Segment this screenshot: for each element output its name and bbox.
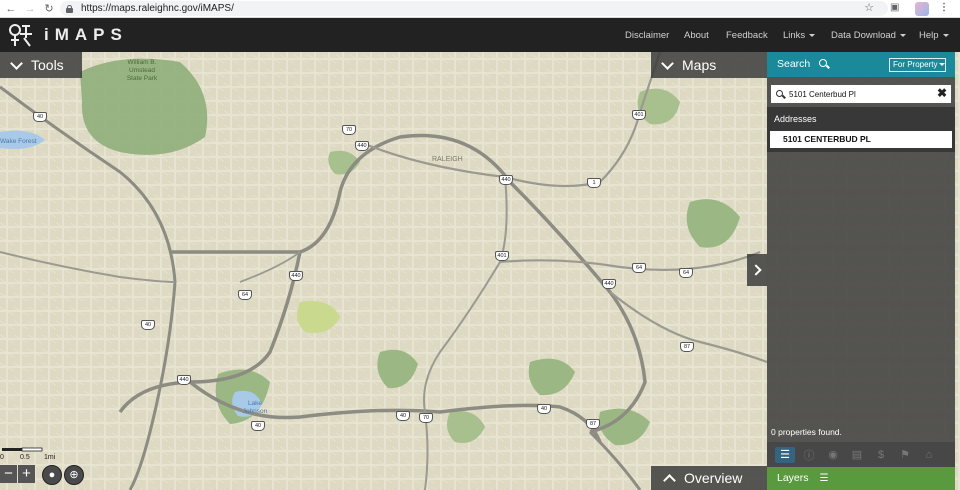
home-icon[interactable]: ⌂ (919, 447, 939, 463)
results-dropdown: Addresses 5101 CENTERBUD PL (767, 107, 955, 152)
list-icon[interactable]: ☰ (775, 446, 795, 463)
chevron-right-icon (749, 264, 762, 276)
menu-label: Disclaimer (625, 30, 670, 41)
menu-help[interactable]: Help (919, 30, 949, 41)
route-shield: 70 (419, 413, 433, 423)
menu-links[interactable]: Links (783, 30, 816, 41)
search-header: Search For Property (767, 52, 955, 77)
menu-label: Links (783, 30, 806, 41)
caret-down-icon (809, 33, 816, 37)
back-icon[interactable]: ← (3, 1, 19, 17)
overview-button[interactable]: Overview (651, 466, 767, 490)
caret-down-icon (942, 33, 949, 37)
search-type-select[interactable]: For Property (889, 58, 946, 72)
reload-icon[interactable]: ↻ (41, 1, 57, 17)
tools-button[interactable]: Tools (0, 52, 82, 78)
maps-button[interactable]: Maps (651, 52, 767, 78)
layers-label: Layers (777, 472, 809, 484)
scale-label: 0 (0, 454, 4, 461)
water-label: Lake Johnson (242, 400, 268, 415)
route-shield: 87 (586, 419, 600, 429)
globe-icon[interactable]: ● (42, 465, 62, 485)
search-title: Search (777, 58, 811, 70)
caret-down-icon (939, 63, 946, 67)
lock-icon (66, 4, 73, 13)
route-shield: 40 (537, 404, 551, 414)
water-label: Wake Forest (0, 138, 37, 145)
overview-label: Overview (684, 470, 743, 486)
profile-avatar[interactable] (915, 2, 929, 16)
search-icon (776, 90, 783, 97)
route-shield: 401 (495, 251, 509, 261)
route-shield: 440 (177, 375, 191, 385)
menu-label: Feedback (726, 30, 768, 41)
route-shield: 87 (680, 342, 694, 352)
route-shield: 440 (499, 175, 513, 185)
menu-label: Help (919, 30, 939, 41)
search-input[interactable] (789, 88, 929, 101)
zoom-out-button[interactable]: − (0, 465, 17, 483)
menu-data-download[interactable]: Data Download (831, 30, 906, 41)
star-icon[interactable]: ☆ (864, 1, 874, 14)
zoom-in-button[interactable]: + (18, 465, 35, 483)
search-type-label: For Property (893, 60, 938, 69)
extension-icon[interactable]: ▣ (890, 2, 899, 13)
address-bar[interactable]: https://maps.raleighnc.gov/iMAPS/ ☆ (60, 1, 888, 16)
park-label: William B. Umstead State Park (126, 59, 158, 82)
search-panel: Search For Property ✖ Addresses 5101 CEN… (767, 52, 955, 490)
address-result-item[interactable]: 5101 CENTERBUD PL (770, 131, 952, 148)
route-shield: 440 (355, 141, 369, 151)
search-box: ✖ (770, 84, 952, 104)
route-shield: 40 (396, 411, 410, 421)
kebab-menu-icon[interactable]: ⋮ (939, 2, 949, 13)
info-icon[interactable]: ⓘ (799, 447, 819, 463)
maps-label: Maps (682, 57, 717, 73)
layers-icon: ☰ (819, 473, 829, 484)
place-label: RALEIGH (432, 156, 463, 163)
raleigh-logo[interactable] (6, 22, 34, 48)
chevron-up-icon (663, 473, 676, 487)
scale-label: 1mi (44, 454, 56, 461)
app-name: iMAPS (44, 25, 128, 44)
collapse-panel-button[interactable] (747, 254, 767, 286)
route-shield: 40 (33, 112, 47, 122)
locate-icon[interactable]: ⊕ (64, 465, 84, 485)
menu-label: About (684, 30, 709, 41)
properties-count: 0 properties found. (771, 427, 842, 437)
scale-label: 0.5 (20, 454, 30, 461)
forward-icon[interactable]: → (22, 1, 38, 17)
menu-about[interactable]: About (684, 30, 709, 41)
search-icon (819, 59, 827, 67)
menu-label: Data Download (831, 30, 896, 41)
route-shield: 401 (632, 110, 646, 120)
flag-icon[interactable]: ⚑ (895, 447, 915, 463)
dollar-icon[interactable]: $ (871, 447, 891, 463)
camera-icon[interactable]: ◉ (823, 447, 843, 463)
tools-label: Tools (31, 57, 64, 73)
route-shield: 64 (238, 290, 252, 300)
layers-button[interactable]: Layers ☰ (767, 467, 955, 490)
zoom-controls: − + (0, 465, 36, 483)
scale-bar: 0 0.5 1mi (0, 445, 60, 465)
menu-disclaimer[interactable]: Disclaimer (625, 30, 669, 41)
route-shield: 40 (251, 421, 265, 431)
clear-icon[interactable]: ✖ (937, 86, 947, 100)
document-icon[interactable]: ▤ (847, 447, 867, 463)
route-shield: 440 (602, 279, 616, 289)
browser-toolbar: ← → ↻ https://maps.raleighnc.gov/iMAPS/ … (0, 0, 960, 18)
menu-feedback[interactable]: Feedback (726, 30, 768, 41)
result-toolbar: ☰ ⓘ ◉ ▤ $ ⚑ ⌂ (767, 442, 955, 467)
app-header: iMAPS Disclaimer About Feedback Links Da… (0, 18, 960, 52)
route-shield: 64 (679, 268, 693, 278)
results-heading: Addresses (774, 114, 817, 124)
route-shield: 40 (141, 320, 155, 330)
url-text[interactable]: https://maps.raleighnc.gov/iMAPS/ (81, 3, 234, 14)
route-shield: 70 (342, 125, 356, 135)
chevron-down-icon (10, 56, 23, 70)
caret-down-icon (899, 33, 906, 37)
route-shield: 64 (632, 263, 646, 273)
chevron-down-icon (661, 56, 674, 70)
route-shield: 1 (587, 178, 601, 188)
route-shield: 440 (289, 271, 303, 281)
